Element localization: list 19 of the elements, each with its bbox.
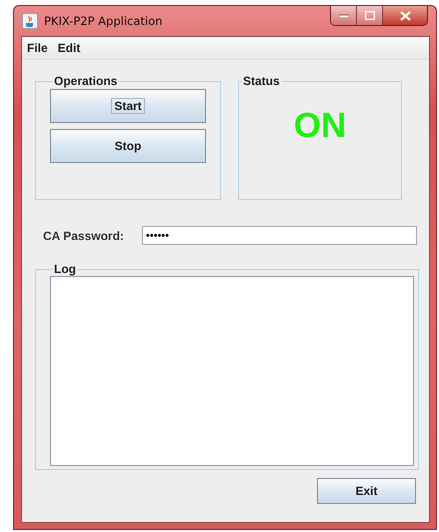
- window-title: PKIX-P2P Application: [44, 14, 162, 28]
- exit-button[interactable]: Exit: [317, 478, 416, 504]
- maximize-icon: [364, 11, 374, 20]
- group-title: Operations: [53, 74, 118, 88]
- close-icon: [400, 10, 410, 20]
- field-label: CA Password:: [43, 228, 124, 242]
- java-cup-icon: [22, 13, 38, 29]
- close-button[interactable]: [383, 6, 427, 25]
- minimize-icon: [338, 14, 348, 18]
- status-value: ON: [294, 106, 346, 147]
- start-button[interactable]: Start: [50, 89, 206, 123]
- password-field[interactable]: ••••••: [142, 226, 417, 245]
- maximize-button[interactable]: [357, 6, 383, 25]
- menu-item[interactable]: File: [27, 41, 48, 55]
- group-title: Log: [53, 262, 77, 276]
- stop-button[interactable]: Stop: [50, 129, 206, 163]
- menu-item[interactable]: Edit: [58, 41, 80, 55]
- minimize-button[interactable]: [331, 6, 357, 25]
- group-title: Status: [242, 74, 281, 88]
